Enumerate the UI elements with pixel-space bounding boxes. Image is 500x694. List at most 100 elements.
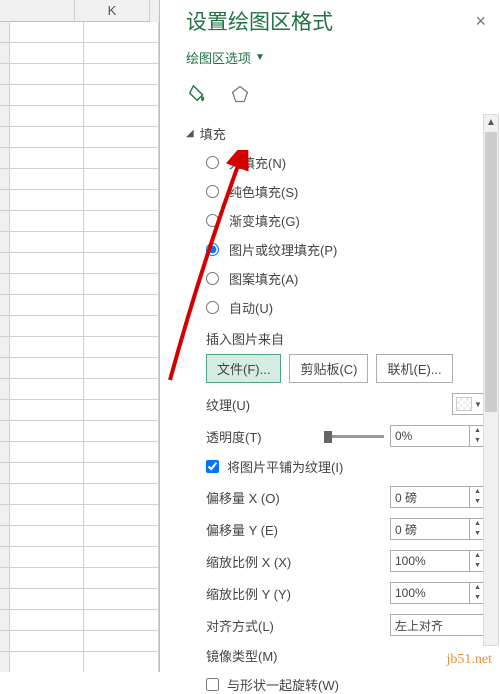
close-icon[interactable]: × — [475, 11, 486, 32]
cell[interactable] — [10, 421, 85, 442]
offset-y-input[interactable]: 0 磅 — [390, 518, 470, 540]
clipboard-button[interactable]: 剪贴板(C) — [289, 354, 368, 383]
transparency-input[interactable]: 0% — [390, 425, 470, 447]
cell[interactable] — [10, 358, 85, 379]
cell[interactable] — [10, 631, 85, 652]
cell[interactable] — [10, 190, 85, 211]
cell[interactable] — [84, 358, 159, 379]
offset-x-input[interactable]: 0 磅 — [390, 486, 470, 508]
rotate-checkbox[interactable]: 与形状一起旋转(W) — [206, 675, 486, 694]
cell[interactable] — [10, 85, 85, 106]
row-header[interactable] — [0, 127, 10, 148]
row-header[interactable] — [0, 589, 10, 610]
radio-picture-fill[interactable]: 图片或纹理填充(P) — [206, 240, 486, 259]
cell[interactable] — [84, 463, 159, 484]
cell[interactable] — [10, 106, 85, 127]
scale-x-input[interactable]: 100% — [390, 550, 470, 572]
cell[interactable] — [84, 610, 159, 631]
cell[interactable] — [84, 316, 159, 337]
cell[interactable] — [84, 379, 159, 400]
row-header[interactable] — [0, 463, 10, 484]
cell[interactable] — [84, 148, 159, 169]
cell[interactable] — [84, 169, 159, 190]
radio-solid-fill[interactable]: 纯色填充(S) — [206, 182, 486, 201]
cell[interactable] — [10, 505, 85, 526]
scroll-thumb[interactable] — [485, 132, 497, 412]
cell[interactable] — [10, 43, 85, 64]
row-header[interactable] — [0, 169, 10, 190]
row-header[interactable] — [0, 568, 10, 589]
row-header[interactable] — [0, 484, 10, 505]
row-header[interactable] — [0, 505, 10, 526]
plot-area-options-dropdown[interactable]: 绘图区选项 ▼ — [186, 48, 265, 67]
cell[interactable] — [84, 568, 159, 589]
row-header[interactable] — [0, 64, 10, 85]
cell[interactable] — [84, 253, 159, 274]
cell[interactable] — [84, 274, 159, 295]
row-header[interactable] — [0, 85, 10, 106]
transparency-slider[interactable] — [324, 435, 384, 438]
cell[interactable] — [84, 295, 159, 316]
tab-effects[interactable] — [228, 82, 252, 106]
file-button[interactable]: 文件(F)... — [206, 354, 281, 383]
cell[interactable] — [84, 526, 159, 547]
cell[interactable] — [84, 484, 159, 505]
row-header[interactable] — [0, 106, 10, 127]
row-header[interactable] — [0, 148, 10, 169]
row-header[interactable] — [0, 631, 10, 652]
cell[interactable] — [84, 652, 159, 672]
cell[interactable] — [84, 442, 159, 463]
cell[interactable] — [10, 169, 85, 190]
cell[interactable] — [10, 463, 85, 484]
row-header[interactable] — [0, 190, 10, 211]
radio-gradient-fill[interactable]: 渐变填充(G) — [206, 211, 486, 230]
cell[interactable] — [84, 505, 159, 526]
cell[interactable] — [84, 211, 159, 232]
radio-pattern-fill[interactable]: 图案填充(A) — [206, 269, 486, 288]
cell[interactable] — [84, 547, 159, 568]
scroll-up-icon[interactable]: ▲ — [484, 115, 498, 131]
row-header[interactable] — [0, 442, 10, 463]
tile-checkbox[interactable]: 将图片平铺为纹理(I) — [206, 457, 486, 476]
online-button[interactable]: 联机(E)... — [376, 354, 452, 383]
cell[interactable] — [10, 127, 85, 148]
cell[interactable] — [10, 547, 85, 568]
cell[interactable] — [10, 295, 85, 316]
cell[interactable] — [10, 526, 85, 547]
cell[interactable] — [84, 400, 159, 421]
cell[interactable] — [84, 232, 159, 253]
row-header[interactable] — [0, 232, 10, 253]
row-header[interactable] — [0, 526, 10, 547]
cell[interactable] — [10, 379, 85, 400]
cell[interactable] — [84, 106, 159, 127]
cell[interactable] — [10, 64, 85, 85]
cell[interactable] — [10, 442, 85, 463]
cell[interactable] — [10, 148, 85, 169]
cell[interactable] — [84, 64, 159, 85]
cell[interactable] — [10, 253, 85, 274]
cell[interactable] — [10, 316, 85, 337]
cell[interactable] — [84, 127, 159, 148]
cell[interactable] — [84, 421, 159, 442]
cell[interactable] — [84, 85, 159, 106]
cell[interactable] — [10, 22, 85, 43]
row-header[interactable] — [0, 652, 10, 672]
row-header[interactable] — [0, 400, 10, 421]
cell[interactable] — [10, 337, 85, 358]
row-header[interactable] — [0, 379, 10, 400]
cell[interactable] — [84, 589, 159, 610]
radio-no-fill[interactable]: 无填充(N) — [206, 153, 486, 172]
pane-scrollbar[interactable]: ▲ — [483, 114, 499, 646]
row-header[interactable] — [0, 610, 10, 631]
cell[interactable] — [84, 631, 159, 652]
row-header[interactable] — [0, 421, 10, 442]
texture-picker[interactable]: ▼ — [452, 393, 486, 415]
radio-auto-fill[interactable]: 自动(U) — [206, 298, 486, 317]
cell[interactable] — [84, 337, 159, 358]
align-select[interactable]: 左上对齐 — [390, 614, 486, 636]
col-header-j[interactable] — [0, 0, 75, 22]
cell[interactable] — [84, 22, 159, 43]
tab-fill[interactable] — [186, 82, 210, 106]
row-header[interactable] — [0, 358, 10, 379]
cell[interactable] — [10, 484, 85, 505]
